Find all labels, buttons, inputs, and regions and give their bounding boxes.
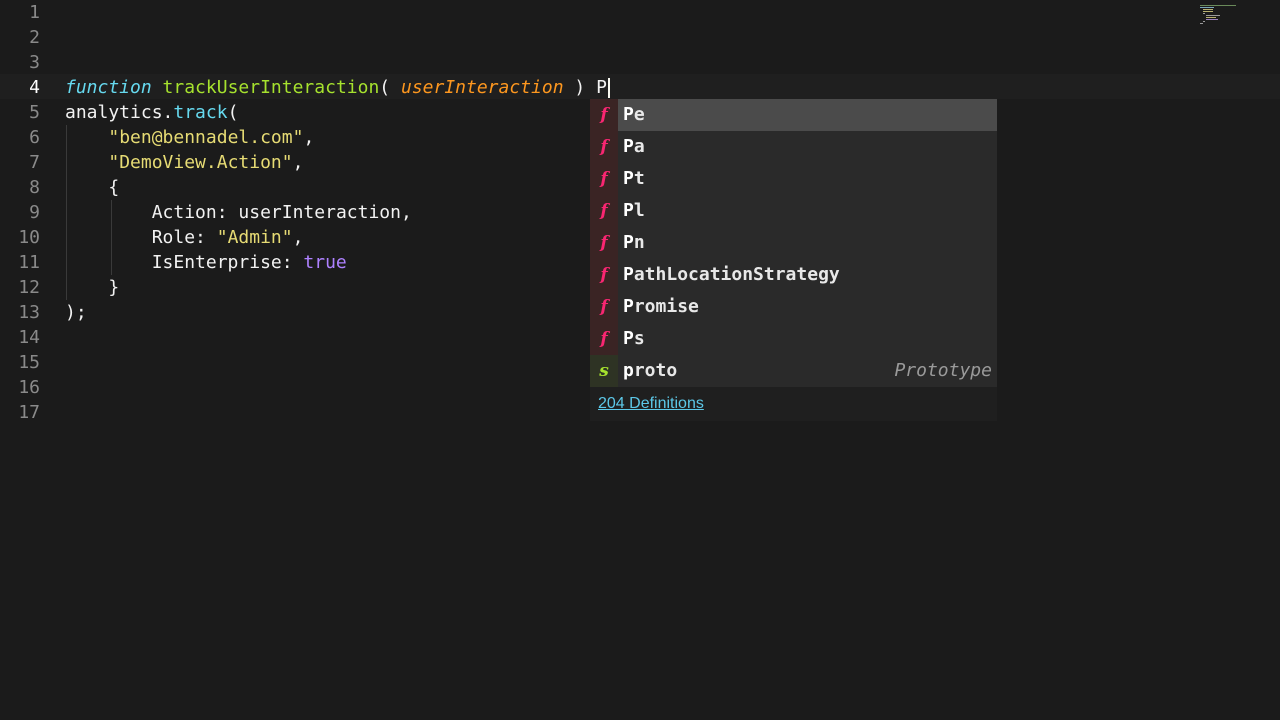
line-number: 16	[18, 377, 40, 398]
punctuation-token: {	[108, 177, 120, 198]
code-line-9[interactable]: Action: userInteraction,	[65, 200, 412, 225]
definitions-link[interactable]: 204 Definitions	[598, 395, 704, 412]
completion-item[interactable]: f PathLocationStrategy	[590, 259, 997, 291]
function-name-token: trackUserInteraction	[162, 77, 380, 98]
minimap[interactable]	[1200, 4, 1248, 26]
object-token: analytics.	[65, 102, 174, 123]
line-number: 13	[18, 302, 40, 323]
line-number: 7	[29, 152, 40, 173]
keyword-token: function	[65, 77, 152, 98]
line-number: 12	[18, 277, 40, 298]
completion-hint: Prototype	[894, 360, 992, 381]
code-line-13[interactable]: );	[65, 300, 87, 325]
function-kind-icon: f	[590, 163, 618, 195]
code-line-7[interactable]: "DemoView.Action",	[65, 150, 303, 175]
completion-label: Pn	[623, 232, 645, 253]
function-kind-icon: f	[590, 227, 618, 259]
key-token: Role:	[151, 227, 217, 248]
completion-label: Pa	[623, 136, 645, 157]
function-kind-icon: f	[590, 99, 618, 131]
punctuation-token: }	[108, 277, 120, 298]
code-line-5[interactable]: analytics.track(	[65, 100, 238, 125]
line-number: 2	[29, 27, 40, 48]
completion-label: Ps	[623, 328, 645, 349]
identifier-token: userInteraction,	[238, 202, 412, 223]
punctuation-token: (	[227, 102, 239, 123]
boolean-token: true	[303, 252, 347, 273]
key-token: Action:	[151, 202, 239, 223]
punctuation-token: (	[379, 77, 401, 98]
completion-item[interactable]: f Pn	[590, 227, 997, 259]
punctuation-token: ,	[292, 227, 304, 248]
code-line-11[interactable]: IsEnterprise: true	[65, 250, 347, 275]
completion-label: Pt	[623, 168, 645, 189]
method-token: track	[173, 102, 228, 123]
code-line-12[interactable]: }	[65, 275, 119, 300]
line-number: 14	[18, 327, 40, 348]
function-kind-icon: f	[590, 131, 618, 163]
completion-item[interactable]: s proto Prototype	[590, 355, 997, 387]
completion-item[interactable]: f Pa	[590, 131, 997, 163]
string-token: "DemoView.Action"	[108, 152, 293, 173]
line-number: 10	[18, 227, 40, 248]
typed-text: P	[596, 77, 607, 98]
text-cursor	[607, 78, 610, 98]
code-editor[interactable]: 1 2 3 4 5 6 7 8 9 10 11 12 13 14 15 16 1…	[0, 0, 1280, 720]
code-line-10[interactable]: Role: "Admin",	[65, 225, 304, 250]
string-token: "ben@bennadel.com"	[108, 127, 304, 148]
completion-label: PathLocationStrategy	[623, 264, 840, 285]
line-number: 17	[18, 402, 40, 423]
line-number: 15	[18, 352, 40, 373]
completion-label: Promise	[623, 296, 699, 317]
line-number: 1	[29, 2, 40, 23]
function-kind-icon: f	[590, 323, 618, 355]
completion-item[interactable]: f Promise	[590, 291, 997, 323]
line-number: 6	[29, 127, 40, 148]
completion-item[interactable]: f Ps	[590, 323, 997, 355]
completion-item[interactable]: f Pl	[590, 195, 997, 227]
punctuation-token: ,	[303, 127, 315, 148]
line-number: 5	[29, 102, 40, 123]
completion-item-selected[interactable]: f Pe	[590, 99, 997, 131]
function-kind-icon: f	[590, 291, 618, 323]
completion-item[interactable]: f Pt	[590, 163, 997, 195]
autocomplete-popup[interactable]: f Pe f Pa f Pt f Pl f Pn f PathLocationS…	[590, 99, 997, 421]
code-line-6[interactable]: "ben@bennadel.com",	[65, 125, 314, 150]
punctuation-token: );	[65, 302, 87, 323]
snippet-kind-icon: s	[590, 355, 618, 387]
line-number: 9	[29, 202, 40, 223]
code-line-4[interactable]: function trackUserInteraction( userInter…	[65, 75, 610, 100]
key-token: IsEnterprise:	[151, 252, 304, 273]
code-line-8[interactable]: {	[65, 175, 119, 200]
punctuation-token: ,	[292, 152, 304, 173]
parameter-token: userInteraction	[400, 77, 564, 98]
completion-label: Pe	[623, 104, 645, 125]
function-kind-icon: f	[590, 195, 618, 227]
string-token: "Admin"	[216, 227, 293, 248]
function-kind-icon: f	[590, 259, 618, 291]
completion-footer: 204 Definitions	[590, 387, 997, 421]
completion-label: Pl	[623, 200, 645, 221]
completion-label: proto	[623, 360, 678, 381]
line-number-active: 4	[29, 77, 40, 98]
line-number: 3	[29, 52, 40, 73]
punctuation-token: )	[563, 77, 597, 98]
line-number: 11	[18, 252, 40, 273]
line-number: 8	[29, 177, 40, 198]
